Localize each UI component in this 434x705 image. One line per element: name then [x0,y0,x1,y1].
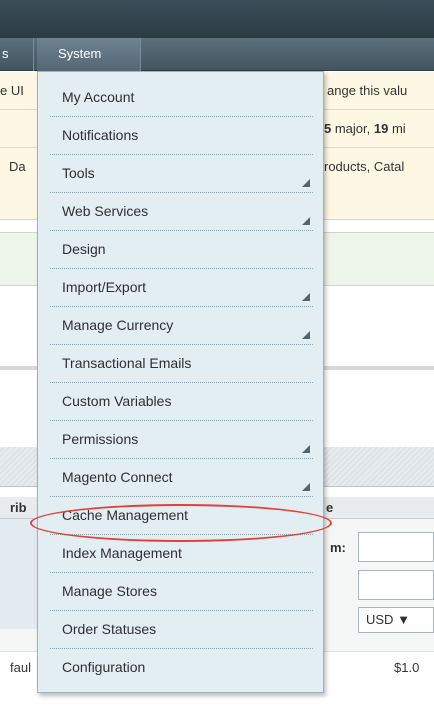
nav-tab-system[interactable]: System [37,38,141,71]
admin-header [0,0,434,38]
menu-item-custom-variables[interactable]: Custom Variables [50,383,313,421]
notice-text-right: roducts, Catal [324,159,405,174]
menu-item-import-export[interactable]: Import/Export [50,269,313,307]
notice-minor-text: mi [388,121,406,136]
form-side-cell [0,519,38,629]
submenu-arrow-icon [302,331,310,339]
notice-text-right: ange this valu [327,83,408,98]
menu-item-manage-currency[interactable]: Manage Currency [50,307,313,345]
notice-counts: 5 major, 19 mi [324,110,406,148]
currency-select-value: USD [366,612,394,627]
submenu-arrow-icon [302,445,310,453]
menu-item-label: Transactional Emails [62,355,192,371]
currency-select[interactable]: USD ▼ [358,607,434,633]
menu-item-permissions[interactable]: Permissions [50,421,313,459]
menu-item-label: Configuration [62,659,146,675]
row-cell-left: faul [10,660,31,675]
text-input-2[interactable] [358,570,434,600]
notice-text-left: Da [9,159,26,174]
menu-item-transactional-emails[interactable]: Transactional Emails [50,345,313,383]
nav-tab-previous[interactable]: s [0,38,34,71]
main-nav: s System [0,38,434,71]
menu-item-manage-stores[interactable]: Manage Stores [50,573,313,611]
system-dropdown-menu: My Account Notifications Tools Web Services… [37,71,324,693]
notice-major-text: major, [331,121,374,136]
menu-item-label: Permissions [62,431,139,447]
menu-item-label: Manage Currency [62,317,174,333]
menu-item-label: Web Services [62,203,149,219]
menu-item-my-account[interactable]: My Account [50,79,313,117]
menu-item-label: Order Statuses [62,621,157,637]
submenu-arrow-icon [302,483,310,491]
column-header-right: e [326,500,334,515]
menu-item-notifications[interactable]: Notifications [50,117,313,155]
notice-text-left: e UI [0,83,24,98]
submenu-arrow-icon [302,293,310,301]
form-label: m: [330,540,346,555]
chevron-down-icon: ▼ [397,612,410,627]
notice-minor-count: 19 [373,121,389,136]
menu-item-label: Tools [62,165,95,181]
text-input-1[interactable] [358,532,434,562]
menu-item-order-statuses[interactable]: Order Statuses [50,611,313,649]
menu-item-web-services[interactable]: Web Services [50,193,313,231]
menu-item-design[interactable]: Design [50,231,313,269]
row-cell-price: $1.0 [394,660,420,675]
menu-item-tools[interactable]: Tools [50,155,313,193]
menu-item-label: My Account [62,89,135,105]
highlight-circle [30,504,332,542]
menu-item-configuration[interactable]: Configuration [50,649,313,687]
menu-item-label: Notifications [62,127,139,143]
menu-item-label: Design [62,241,106,257]
column-header-left: rib [10,500,27,515]
submenu-arrow-icon [302,179,310,187]
menu-item-label: Magento Connect [62,469,173,485]
menu-item-magento-connect[interactable]: Magento Connect [50,459,313,497]
menu-item-label: Custom Variables [62,393,172,409]
menu-item-label: Import/Export [62,279,147,295]
submenu-arrow-icon [302,217,310,225]
menu-item-label: Manage Stores [62,583,157,599]
